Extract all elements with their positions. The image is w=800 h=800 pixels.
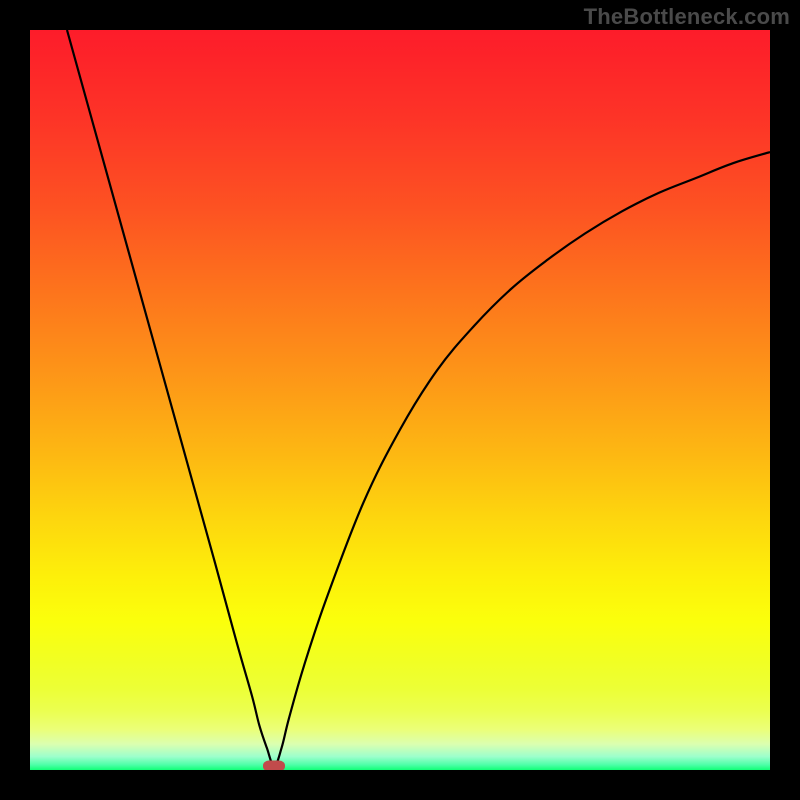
- bottleneck-curve-path: [67, 30, 770, 766]
- plot-area: [30, 30, 770, 770]
- bottleneck-curve-svg: [30, 30, 770, 770]
- watermark-text: TheBottleneck.com: [584, 4, 790, 30]
- chart-frame: TheBottleneck.com: [0, 0, 800, 800]
- minimum-marker: [263, 761, 285, 770]
